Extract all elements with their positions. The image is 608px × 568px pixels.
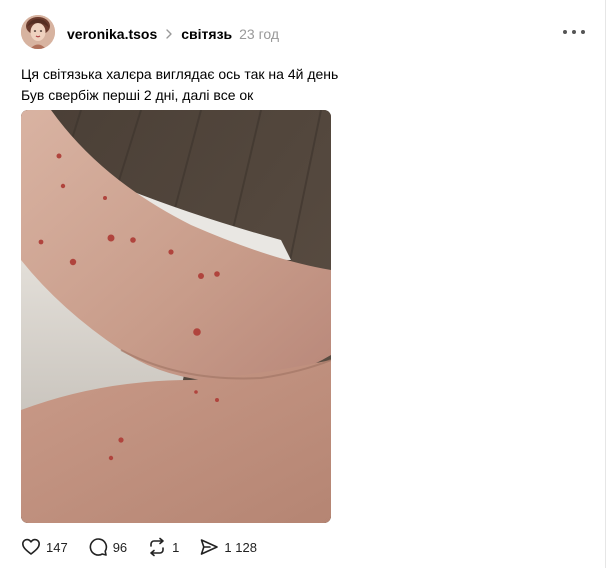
caption-line: Ця світязька халєра виглядає ось так на … [21,66,339,82]
share-button[interactable]: 1 128 [199,537,257,557]
like-button[interactable]: 147 [21,537,68,557]
post-card: veronika.tsos світязь 23 год Ця світязьк… [0,0,606,568]
community-link[interactable]: світязь [181,26,232,42]
post-actions: 147 96 1 1 128 [21,536,277,558]
post-header: veronika.tsos світязь 23 год [67,24,279,44]
reply-count: 96 [112,539,128,555]
more-dot [581,30,585,34]
like-count: 147 [46,539,68,555]
share-count: 1 128 [224,539,257,555]
more-dot [563,30,567,34]
photo-image [21,110,331,523]
more-dot [572,30,576,34]
avatar[interactable] [21,15,55,49]
reply-button[interactable]: 96 [88,537,127,557]
post-caption: Ця світязька халєра виглядає ось так на … [21,64,581,106]
more-options-icon[interactable] [563,25,585,39]
post-photo[interactable] [21,110,331,523]
username-link[interactable]: veronika.tsos [67,26,157,42]
avatar-image [21,15,55,49]
caption-line: Був свербіж перші 2 дні, далі все ок [21,87,254,103]
chevron-right-icon [164,29,174,39]
comment-icon [89,538,107,556]
heart-icon [22,538,40,555]
repost-icon [150,537,164,557]
repost-button[interactable]: 1 [147,537,179,557]
share-icon [201,539,219,555]
repost-count: 1 [172,539,180,555]
post-timestamp: 23 год [239,26,280,42]
